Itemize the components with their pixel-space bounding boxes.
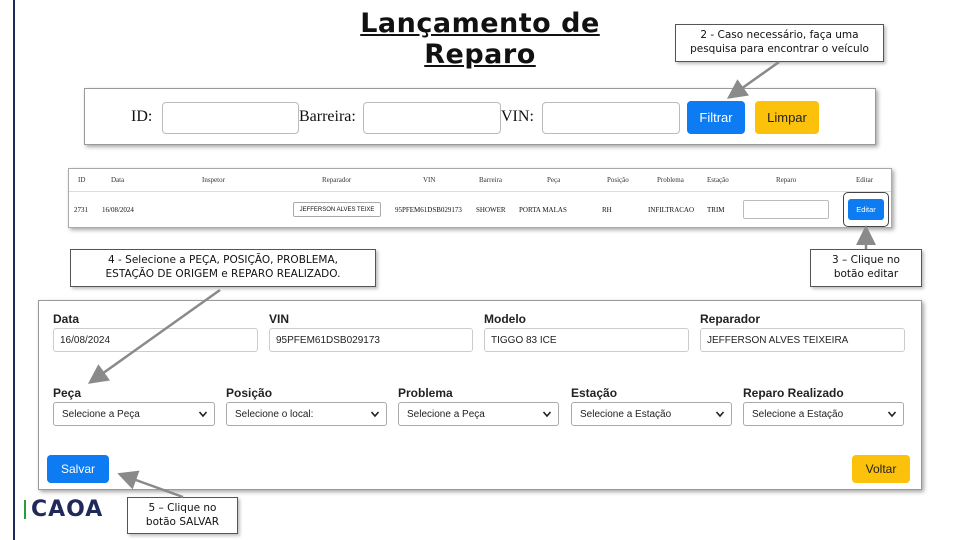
posicao-label: Posição [226,386,273,400]
posicao-select[interactable]: Selecione o local: [226,402,387,426]
id-label: ID: [131,108,153,125]
col-header-problema: Problema [657,176,684,184]
repairs-table: ID Data Inspetor Reparador VIN Barreira … [68,168,892,228]
data-field[interactable]: 16/08/2024 [53,328,258,352]
col-header-editar: Editar [856,176,874,184]
limpar-button[interactable]: Limpar [755,101,819,134]
table-header-divider [69,191,891,192]
problema-label: Problema [398,386,453,400]
estacao-select-value: Selecione a Estação [580,408,672,420]
cell-vin: 95PFEM61DSB029173 [395,206,462,214]
cell-posicao: RH [602,206,612,214]
barreira-label: Barreira: [299,108,356,125]
vin-input[interactable] [542,102,680,134]
editar-button[interactable]: Editar [848,199,884,220]
col-header-inspetor: Inspetor [202,176,225,184]
chevron-down-icon [887,411,897,418]
chevron-down-icon [370,411,380,418]
problema-select[interactable]: Selecione a Peça [398,402,559,426]
reparador-field[interactable]: JEFFERSON ALVES TEIXEIRA [700,328,905,352]
salvar-button[interactable]: Salvar [47,455,109,483]
col-header-id: ID [78,176,86,184]
col-header-peca: Peça [547,176,561,184]
callout-step-4-line1: 4 - Selecione a PEÇA, POSIÇÃO, PROBLEMA, [108,254,338,266]
chevron-down-icon [715,411,725,418]
peca-label: Peça [53,386,82,400]
callout-step-3: 3 – Clique no botão editar [810,249,922,287]
cell-id: 2731 [74,206,88,214]
left-accent-rule [13,0,15,540]
id-input[interactable] [162,102,299,134]
data-label: Data [53,312,80,326]
col-header-estacao: Estação [707,176,729,184]
callout-step-4: 4 - Selecione a PEÇA, POSIÇÃO, PROBLEMA,… [70,249,376,287]
col-header-reparador: Reparador [322,176,352,184]
reparo-input[interactable] [743,200,829,219]
callout-step-5-line2: botão SALVAR [145,516,220,528]
vin-form-label: VIN [269,312,290,326]
col-header-data: Data [111,176,125,184]
logo-accent-bar [24,500,26,519]
callout-step-3-line1: 3 – Clique no [832,254,900,266]
caoa-logo: CAOA [31,497,104,522]
col-header-posicao: Posição [607,176,629,184]
cell-barreira: SHOWER [476,206,506,214]
callout-step-4-line2: ESTAÇÃO DE ORIGEM e REPARO REALIZADO. [105,268,341,280]
peca-select-value: Selecione a Peça [62,408,140,420]
reparo-realizado-select-value: Selecione a Estação [752,408,844,420]
estacao-select[interactable]: Selecione a Estação [571,402,732,426]
problema-select-value: Selecione a Peça [407,408,485,420]
callout-step-2: 2 - Caso necessário, faça uma pesquisa p… [675,24,884,62]
cell-peca: PORTA MALAS [519,206,567,214]
reparador-label: Reparador [700,312,761,326]
voltar-button[interactable]: Voltar [852,455,910,483]
cell-estacao: TRIM [707,206,725,214]
filter-panel: ID: Barreira: VIN: Filtrar Limpar [84,88,876,145]
callout-step-5: 5 – Clique no botão SALVAR [127,497,238,534]
callout-step-3-line2: botão editar [833,268,899,280]
col-header-reparo: Reparo [776,176,797,184]
reparo-realizado-select[interactable]: Selecione a Estação [743,402,904,426]
modelo-label: Modelo [484,312,526,326]
callout-step-2-text: 2 - Caso necessário, faça uma pesquisa p… [690,29,869,55]
estacao-label: Estação [571,386,618,400]
barreira-input[interactable] [363,102,501,134]
chevron-down-icon [198,411,208,418]
page-title: Lançamento de Reparo [360,8,600,70]
modelo-field[interactable]: TIGGO 83 ICE [484,328,689,352]
chevron-down-icon [542,411,552,418]
cell-problema: INFILTRACAO [648,206,695,214]
vin-label: VIN: [501,108,534,125]
vin-field[interactable]: 95PFEM61DSB029173 [269,328,473,352]
posicao-select-value: Selecione o local: [235,408,314,420]
cell-data: 16/08/2024 [102,206,134,214]
callout-step-5-line1: 5 – Clique no [148,502,217,514]
filtrar-button[interactable]: Filtrar [687,101,745,134]
col-header-barreira: Barreira [479,176,502,184]
peca-select[interactable]: Selecione a Peça [53,402,215,426]
reparo-realizado-label: Reparo Realizado [743,386,844,400]
repair-form: Data 16/08/2024 VIN 95PFEM61DSB029173 Mo… [38,300,922,490]
col-header-vin: VIN [423,176,436,184]
cell-reparador: JEFFERSON ALVES TEIXE [293,202,381,217]
